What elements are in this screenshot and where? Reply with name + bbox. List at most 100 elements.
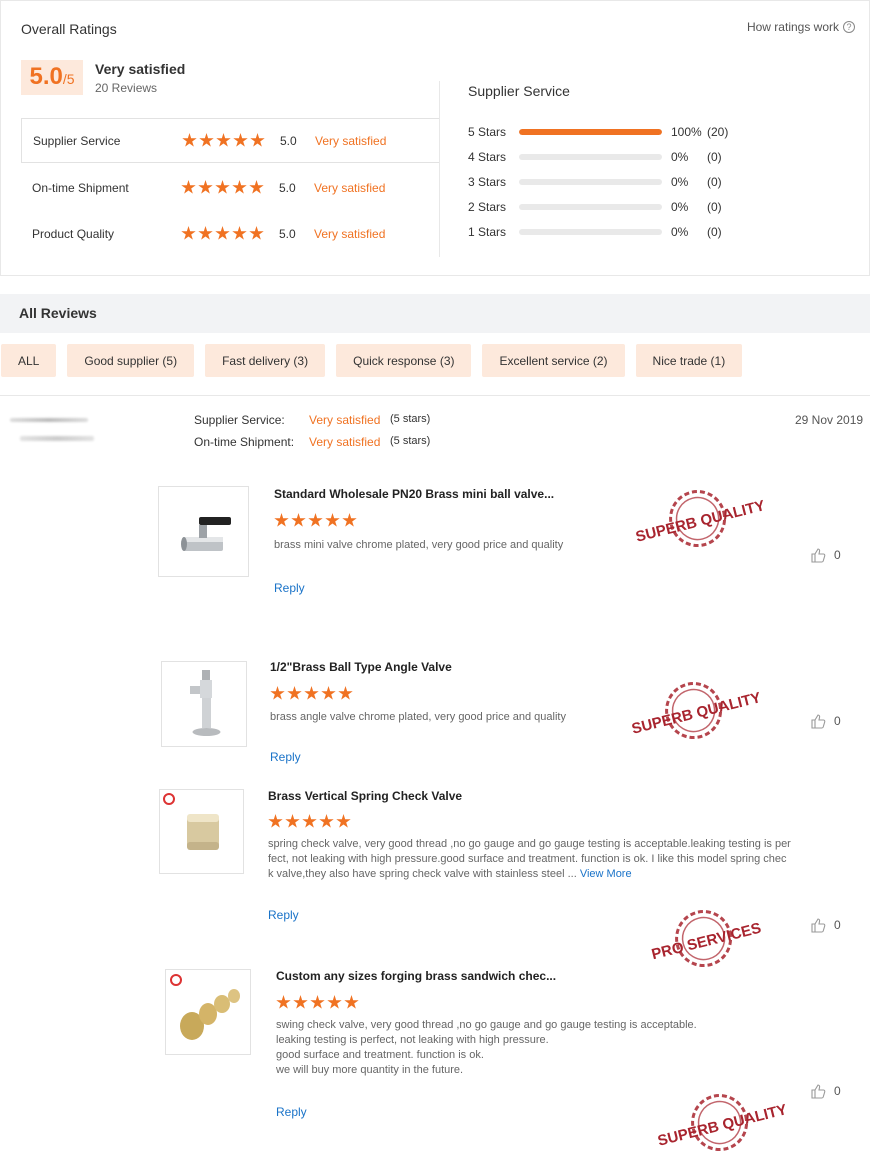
like-button[interactable]: 0 (810, 917, 841, 933)
distribution-label: 3 Stars (468, 175, 507, 189)
distribution-bar (519, 154, 662, 160)
distribution-label: 2 Stars (468, 200, 507, 214)
star-icon (344, 995, 359, 1009)
superb-quality-stamp: SUPERB QUALITY (634, 490, 767, 548)
distribution-percent: 0% (671, 225, 689, 239)
product-stars (268, 814, 351, 829)
category-row-on-time-shipment[interactable]: On-time Shipment 5.0 Very satisfied (21, 165, 439, 210)
stamp-text: SUPERB QUALITY (634, 497, 767, 546)
stamp-text: PRO SERVICES (650, 920, 763, 964)
overall-score-denominator: /5 (62, 71, 75, 87)
stamp-text: SUPERB QUALITY (630, 689, 763, 738)
filter-good-supplier[interactable]: Good supplier (5) (67, 344, 195, 377)
distribution-percent: 100% (671, 125, 702, 139)
review-text-line: k valve,they also have spring check valv… (268, 867, 828, 882)
distribution-row: 5 Stars 100% (20) (468, 125, 747, 139)
product-title[interactable]: 1/2"Brass Ball Type Angle Valve (270, 660, 452, 674)
distribution-count: (0) (707, 175, 722, 189)
review-text: swing check valve, very good thread ,no … (276, 1018, 697, 1078)
meta-satisfaction: Very satisfied (309, 435, 381, 449)
product-thumbnail[interactable] (161, 661, 247, 747)
filter-quick-response[interactable]: Quick response (3) (336, 344, 472, 377)
how-ratings-work-link[interactable]: How ratings work ? (747, 20, 855, 34)
overall-ratings-panel: Overall Ratings How ratings work ? 5.0 /… (0, 0, 870, 276)
category-row-product-quality[interactable]: Product Quality 5.0 Very satisfied (21, 211, 439, 256)
like-button[interactable]: 0 (810, 547, 841, 563)
distribution-row: 4 Stars 0% (0) (468, 150, 747, 164)
like-button[interactable]: 0 (810, 713, 841, 729)
category-value: 5.0 (279, 226, 296, 241)
distribution-bar-fill (519, 129, 662, 135)
review-filters: ALL Good supplier (5) Fast delivery (3) … (1, 344, 743, 377)
review-text: brass angle valve chrome plated, very go… (270, 711, 566, 723)
star-icon (215, 180, 230, 194)
star-icon (342, 513, 357, 527)
product-title[interactable]: Standard Wholesale PN20 Brass mini ball … (274, 487, 554, 501)
star-icon (302, 814, 317, 828)
filter-excellent-service[interactable]: Excellent service (2) (482, 344, 625, 377)
star-icon (249, 180, 264, 194)
star-icon (270, 686, 285, 700)
star-icon (199, 133, 214, 147)
sandwich-check-valve-image (170, 974, 240, 1040)
overall-ratings-title: Overall Ratings (21, 21, 117, 37)
reply-link[interactable]: Reply (268, 908, 299, 922)
filter-all[interactable]: ALL (1, 344, 57, 377)
distribution-count: (0) (707, 225, 722, 239)
star-icon (285, 814, 300, 828)
like-count: 0 (834, 918, 841, 932)
reply-link[interactable]: Reply (270, 750, 301, 764)
product-title[interactable]: Custom any sizes forging brass sandwich … (276, 969, 556, 983)
star-icon (304, 686, 319, 700)
like-count: 0 (834, 1084, 841, 1098)
distribution-percent: 0% (671, 150, 689, 164)
reviews-count: 20 Reviews (95, 81, 158, 95)
distribution-bar (519, 179, 662, 185)
how-ratings-work-label: How ratings work (746, 20, 839, 34)
reply-link[interactable]: Reply (276, 1105, 307, 1119)
divider (0, 395, 870, 396)
distribution-percent: 0% (671, 175, 689, 189)
question-icon: ? (843, 21, 855, 33)
superb-quality-stamp: SUPERB QUALITY (630, 682, 763, 740)
all-reviews-title: All Reviews (19, 305, 97, 321)
distribution-label: 1 Stars (468, 225, 507, 239)
star-icon (181, 180, 196, 194)
star-icon (232, 226, 247, 240)
category-stars (181, 180, 264, 195)
view-more-link[interactable]: View More (580, 868, 632, 880)
like-count: 0 (834, 548, 841, 562)
distribution-label: 5 Stars (468, 125, 507, 139)
star-icon (216, 133, 231, 147)
star-icon (293, 995, 308, 1009)
product-thumbnail[interactable] (165, 969, 251, 1055)
thumbs-up-icon (811, 714, 826, 729)
star-icon (325, 513, 340, 527)
product-thumbnail[interactable] (159, 789, 244, 874)
product-thumbnail[interactable] (158, 486, 249, 577)
reply-link[interactable]: Reply (274, 581, 305, 595)
review-text-line-end: k valve,they also have spring check valv… (268, 868, 577, 880)
star-icon (319, 814, 334, 828)
category-value: 5.0 (279, 180, 296, 195)
meta-label: On-time Shipment: (194, 435, 295, 449)
star-icon (182, 133, 197, 147)
stamp-text: SUPERB QUALITY (656, 1101, 789, 1150)
like-count: 0 (834, 714, 841, 728)
star-icon (232, 180, 247, 194)
review-text-line: swing check valve, very good thread ,no … (276, 1019, 697, 1031)
filter-nice-trade[interactable]: Nice trade (1) (635, 344, 743, 377)
star-icon (198, 180, 213, 194)
category-stars (182, 133, 265, 148)
distribution-row: 1 Stars 0% (0) (468, 225, 747, 239)
spring-check-valve-image (163, 793, 219, 850)
distribution-title: Supplier Service (468, 83, 570, 99)
like-button[interactable]: 0 (810, 1083, 841, 1099)
star-icon (321, 686, 336, 700)
filter-fast-delivery[interactable]: Fast delivery (3) (205, 344, 326, 377)
meta-satisfaction: Very satisfied (309, 413, 381, 427)
category-row-supplier-service[interactable]: Supplier Service 5.0 Very satisfied (21, 118, 439, 163)
star-icon (233, 133, 248, 147)
meta-stars: (5 stars) (390, 413, 431, 425)
product-title[interactable]: Brass Vertical Spring Check Valve (268, 789, 462, 803)
